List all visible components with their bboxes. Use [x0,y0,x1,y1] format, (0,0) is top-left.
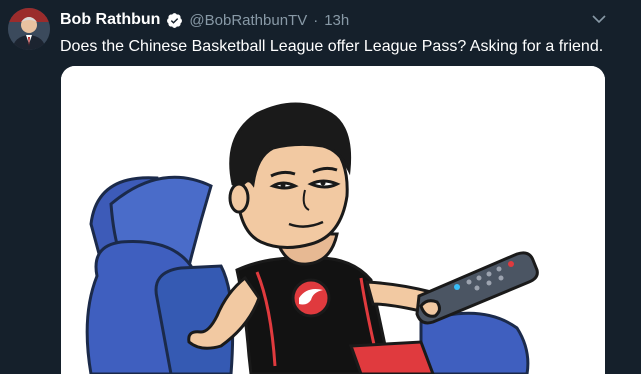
tweet-menu-button[interactable] [588,10,610,28]
tweet[interactable]: Bob Rathbun @BobRathbunTV · 13h Does the… [0,0,641,374]
author-handle[interactable]: @BobRathbunTV [189,12,307,29]
tweet-header: Bob Rathbun @BobRathbunTV · 13h [60,10,349,30]
tweet-timestamp[interactable]: 13h [324,12,349,29]
verified-badge-icon [167,12,183,28]
avatar-image [8,8,50,50]
bitmoji-image [61,66,605,374]
author-name[interactable]: Bob Rathbun [60,11,160,29]
avatar[interactable] [8,8,50,50]
separator-dot: · [313,11,319,29]
tweet-text: Does the Chinese Basketball League offer… [60,38,604,55]
chevron-down-icon [592,14,606,23]
tweet-media[interactable] [61,66,605,374]
